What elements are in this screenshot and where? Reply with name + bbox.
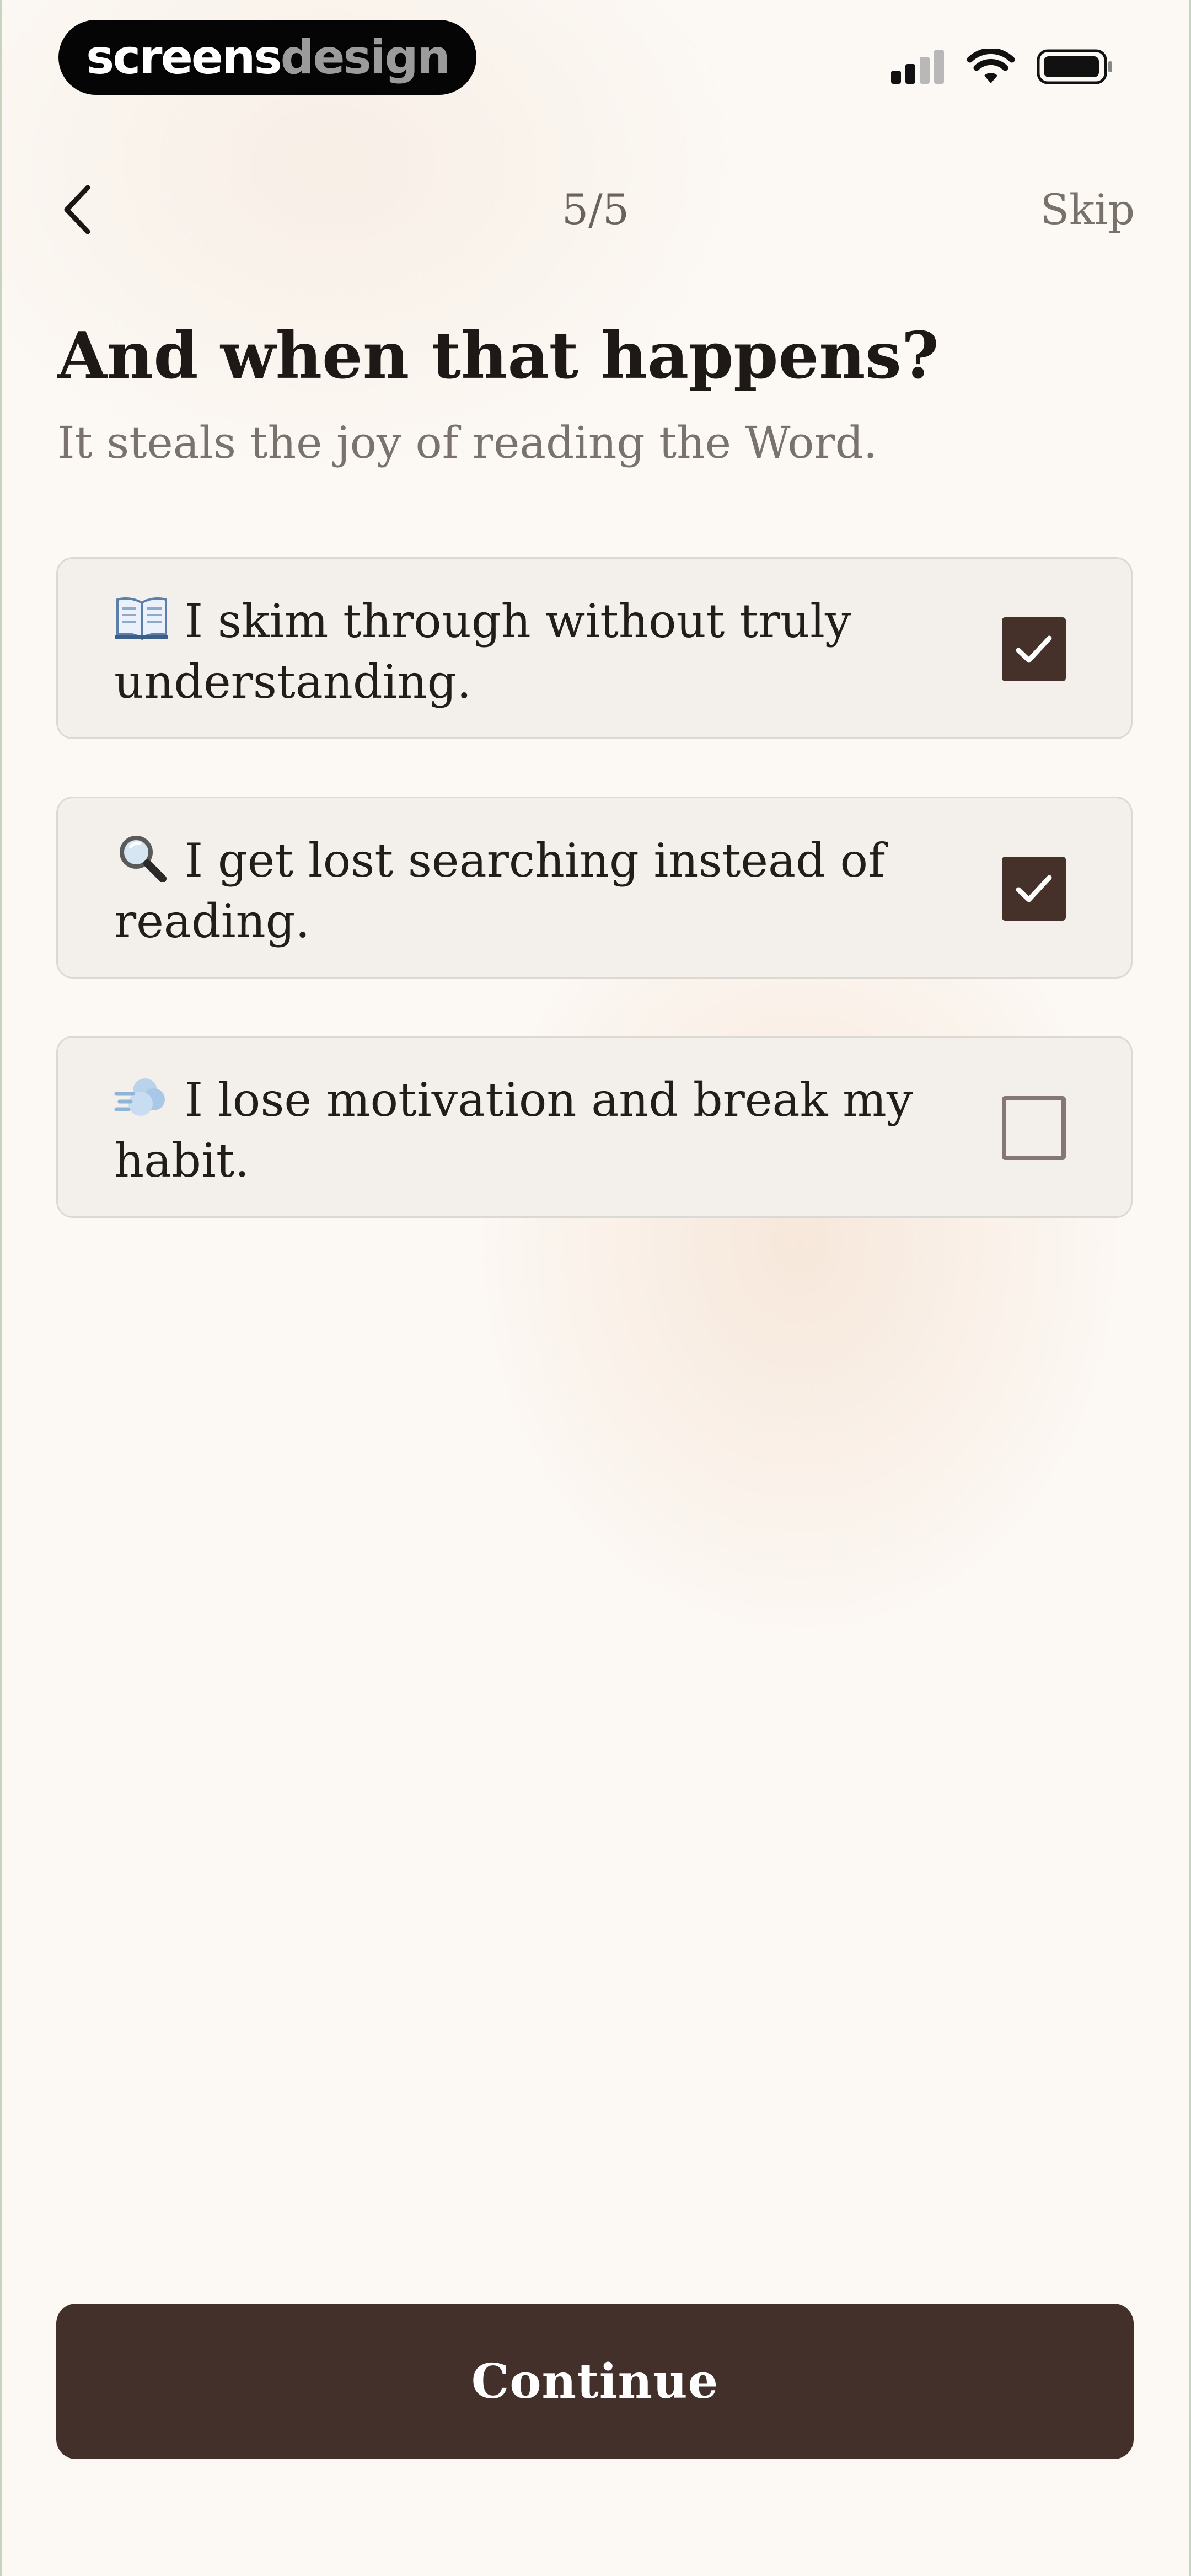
- brand-badge: screens design: [58, 20, 476, 95]
- dash-cloud-icon: [114, 1078, 165, 1116]
- wifi-icon: [967, 49, 1015, 83]
- option-label: I skim through without truly understandi…: [114, 594, 851, 709]
- brand-text-secondary: design: [280, 30, 450, 85]
- option-label: I lose motivation and break my habit.: [114, 1073, 913, 1188]
- checkmark-icon: [1016, 875, 1052, 902]
- continue-button[interactable]: Continue: [56, 2304, 1134, 2459]
- option-checkbox-checked[interactable]: [1002, 857, 1066, 921]
- magnifying-glass-icon: [120, 836, 167, 882]
- option-lose-motivation[interactable]: I lose motivation and break my habit.: [56, 1036, 1133, 1218]
- open-book-icon: [115, 597, 168, 640]
- option-lost-searching[interactable]: I get lost searching instead of reading.: [56, 797, 1133, 979]
- chevron-left-icon: [64, 185, 90, 234]
- frame-edge-left: [0, 0, 2, 2576]
- option-checkbox-unchecked[interactable]: [1002, 1096, 1066, 1160]
- back-button[interactable]: [55, 177, 99, 243]
- skip-button[interactable]: Skip: [1040, 182, 1135, 237]
- option-content: I get lost searching instead of reading.: [114, 830, 963, 952]
- option-label: I get lost searching instead of reading.: [114, 833, 886, 948]
- page-subtitle: It steals the joy of reading the Word.: [57, 417, 878, 468]
- option-checkbox-checked[interactable]: [1002, 617, 1066, 681]
- status-icons: [891, 47, 1114, 86]
- option-content: I lose motivation and break my habit.: [114, 1070, 963, 1191]
- battery-icon: [1037, 49, 1112, 84]
- option-content: I skim through without truly understandi…: [114, 591, 963, 712]
- step-indicator: 5/5: [561, 185, 630, 234]
- option-skim[interactable]: I skim through without truly understandi…: [56, 557, 1133, 739]
- brand-text-primary: screens: [86, 30, 282, 85]
- page-title: And when that happens?: [57, 318, 939, 393]
- cellular-signal-icon: [891, 50, 944, 84]
- checkmark-icon: [1016, 635, 1052, 663]
